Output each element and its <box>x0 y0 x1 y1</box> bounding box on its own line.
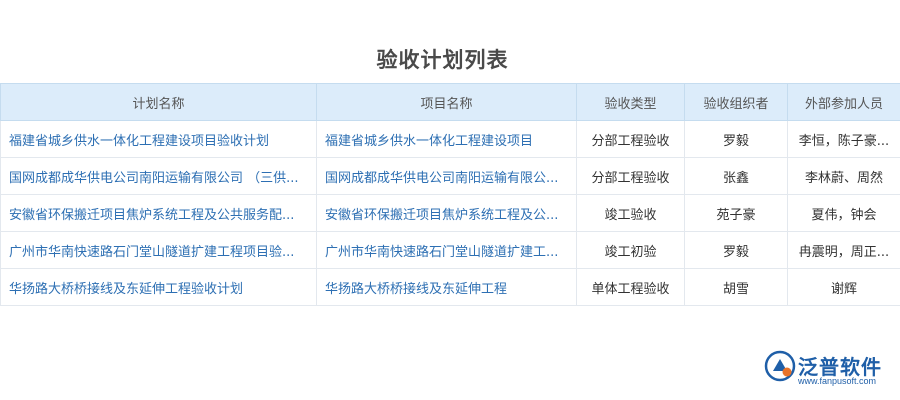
external-participants-cell: 夏伟，钟会 <box>787 194 900 232</box>
project-name-link[interactable]: 广州市华南快速路石门堂山隧道扩建工... <box>316 231 577 269</box>
acceptance-plan-table: 计划名称 项目名称 验收类型 验收组织者 外部参加人员 福建省城乡供水一体化工程… <box>0 83 900 306</box>
plan-name-link[interactable]: 华扬路大桥桥接线及东延伸工程验收计划 <box>0 268 317 306</box>
column-header-plan-name[interactable]: 计划名称 <box>0 83 317 121</box>
acceptance-type-cell: 分部工程验收 <box>576 120 685 158</box>
table-row[interactable]: 国网成都成华供电公司南阳运输有限公司 （三供... 国网成都成华供电公司南阳运输… <box>0 157 900 195</box>
project-name-link[interactable]: 福建省城乡供水一体化工程建设项目 <box>316 120 577 158</box>
table-row[interactable]: 华扬路大桥桥接线及东延伸工程验收计划 华扬路大桥桥接线及东延伸工程 单体工程验收… <box>0 268 900 306</box>
external-participants-cell: 李恒，陈子豪... <box>787 120 900 158</box>
table-header-row: 计划名称 项目名称 验收类型 验收组织者 外部参加人员 <box>0 83 900 121</box>
table-row[interactable]: 安徽省环保搬迁项目焦炉系统工程及公共服务配... 安徽省环保搬迁项目焦炉系统工程… <box>0 194 900 232</box>
column-header-acceptance-type[interactable]: 验收类型 <box>576 83 685 121</box>
organizer-cell: 胡雪 <box>684 268 788 306</box>
acceptance-type-cell: 单体工程验收 <box>576 268 685 306</box>
organizer-cell: 苑子豪 <box>684 194 788 232</box>
project-name-link[interactable]: 国网成都成华供电公司南阳运输有限公... <box>316 157 577 195</box>
plan-name-link[interactable]: 国网成都成华供电公司南阳运输有限公司 （三供... <box>0 157 317 195</box>
watermark-url: www.fanpusoft.com <box>798 376 877 386</box>
column-header-external-participants[interactable]: 外部参加人员 <box>787 83 900 121</box>
page-title: 验收计划列表 <box>376 48 509 72</box>
column-header-organizer[interactable]: 验收组织者 <box>684 83 788 121</box>
external-participants-cell: 冉震明，周正... <box>787 231 900 269</box>
table-row[interactable]: 广州市华南快速路石门堂山隧道扩建工程项目验... 广州市华南快速路石门堂山隧道扩… <box>0 231 900 269</box>
plan-name-link[interactable]: 安徽省环保搬迁项目焦炉系统工程及公共服务配... <box>0 194 317 232</box>
external-participants-cell: 李林蔚、周然 <box>787 157 900 195</box>
external-participants-cell: 谢辉 <box>787 268 900 306</box>
acceptance-type-cell: 分部工程验收 <box>576 157 685 195</box>
organizer-cell: 张鑫 <box>684 157 788 195</box>
plan-name-link[interactable]: 广州市华南快速路石门堂山隧道扩建工程项目验... <box>0 231 317 269</box>
acceptance-type-cell: 竣工验收 <box>576 194 685 232</box>
acceptance-type-cell: 竣工初验 <box>576 231 685 269</box>
organizer-cell: 罗毅 <box>684 231 788 269</box>
column-header-project-name[interactable]: 项目名称 <box>316 83 577 121</box>
plan-name-link[interactable]: 福建省城乡供水一体化工程建设项目验收计划 <box>0 120 317 158</box>
fanpu-watermark: 泛普软件 www.fanpusoft.com <box>764 350 894 390</box>
project-name-link[interactable]: 华扬路大桥桥接线及东延伸工程 <box>316 268 577 306</box>
organizer-cell: 罗毅 <box>684 120 788 158</box>
fanpu-logo-icon <box>764 350 796 382</box>
table-row[interactable]: 福建省城乡供水一体化工程建设项目验收计划 福建省城乡供水一体化工程建设项目 分部… <box>0 120 900 158</box>
project-name-link[interactable]: 安徽省环保搬迁项目焦炉系统工程及公... <box>316 194 577 232</box>
